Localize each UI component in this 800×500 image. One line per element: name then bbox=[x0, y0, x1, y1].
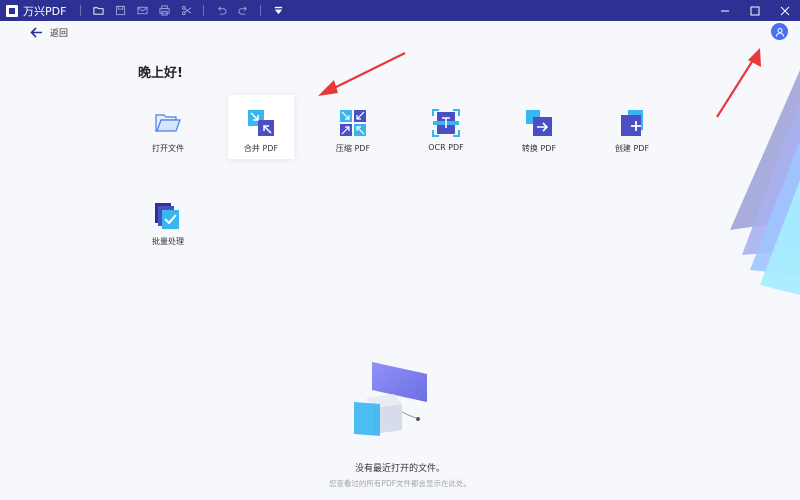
tool-convert-pdf[interactable]: 转换 PDF bbox=[506, 95, 572, 159]
toolbar-divider bbox=[203, 5, 205, 16]
merge-icon bbox=[248, 110, 274, 136]
folder-icon[interactable] bbox=[87, 0, 109, 21]
tool-label: 批量处理 bbox=[152, 237, 184, 246]
tool-label: 打开文件 bbox=[152, 144, 184, 153]
redo-icon[interactable] bbox=[232, 0, 254, 21]
greeting: 晚上好! bbox=[138, 66, 183, 81]
convert-icon bbox=[526, 110, 552, 136]
mail-icon[interactable] bbox=[131, 0, 153, 21]
menu-down-icon[interactable] bbox=[267, 0, 289, 21]
tool-compress-pdf[interactable]: 压缩 PDF bbox=[320, 95, 386, 159]
back-arrow-icon bbox=[30, 27, 42, 38]
tool-label: 合并 PDF bbox=[243, 144, 279, 153]
user-avatar[interactable] bbox=[771, 23, 788, 40]
tool-create-pdf[interactable]: 创建 PDF bbox=[599, 95, 665, 159]
compress-icon bbox=[340, 110, 366, 136]
back-button[interactable]: 返回 bbox=[30, 26, 68, 39]
app-logo-icon bbox=[6, 4, 18, 17]
tool-label: OCR PDF bbox=[428, 143, 464, 152]
maximize-button[interactable] bbox=[740, 0, 770, 21]
toolbar-divider bbox=[80, 5, 82, 16]
print-icon[interactable] bbox=[153, 0, 175, 21]
tool-merge-pdf[interactable]: 合并 PDF bbox=[228, 95, 294, 159]
share-icon[interactable] bbox=[175, 0, 197, 21]
empty-state-subtitle: 您查看过的所有PDF文件都会显示在此处。 bbox=[328, 479, 472, 488]
save-icon[interactable] bbox=[109, 0, 131, 21]
ocr-icon bbox=[432, 109, 460, 137]
close-button[interactable] bbox=[770, 0, 800, 21]
back-label: 返回 bbox=[50, 29, 69, 39]
batch-icon bbox=[155, 203, 179, 229]
title-bar: 万兴PDF bbox=[0, 0, 800, 21]
decorative-planes bbox=[730, 70, 800, 295]
tool-ocr-pdf[interactable]: OCR PDF bbox=[413, 95, 479, 159]
empty-state-title: 没有最近打开的文件。 bbox=[354, 464, 445, 474]
app-title: 万兴PDF bbox=[23, 4, 67, 18]
user-icon bbox=[775, 27, 784, 37]
tool-label: 转换 PDF bbox=[521, 144, 557, 153]
folder-open-icon bbox=[155, 114, 181, 132]
annotation-arrow bbox=[318, 52, 406, 96]
minimize-button[interactable] bbox=[710, 0, 740, 21]
create-icon bbox=[621, 110, 643, 136]
tool-batch-process[interactable]: 批量处理 bbox=[135, 188, 201, 252]
tool-open-file[interactable]: 打开文件 bbox=[135, 95, 201, 159]
tool-label: 压缩 PDF bbox=[335, 144, 371, 153]
empty-files-illustration bbox=[354, 362, 427, 436]
tool-label: 创建 PDF bbox=[614, 144, 650, 153]
undo-icon[interactable] bbox=[210, 0, 232, 21]
toolbar-divider bbox=[260, 5, 262, 16]
